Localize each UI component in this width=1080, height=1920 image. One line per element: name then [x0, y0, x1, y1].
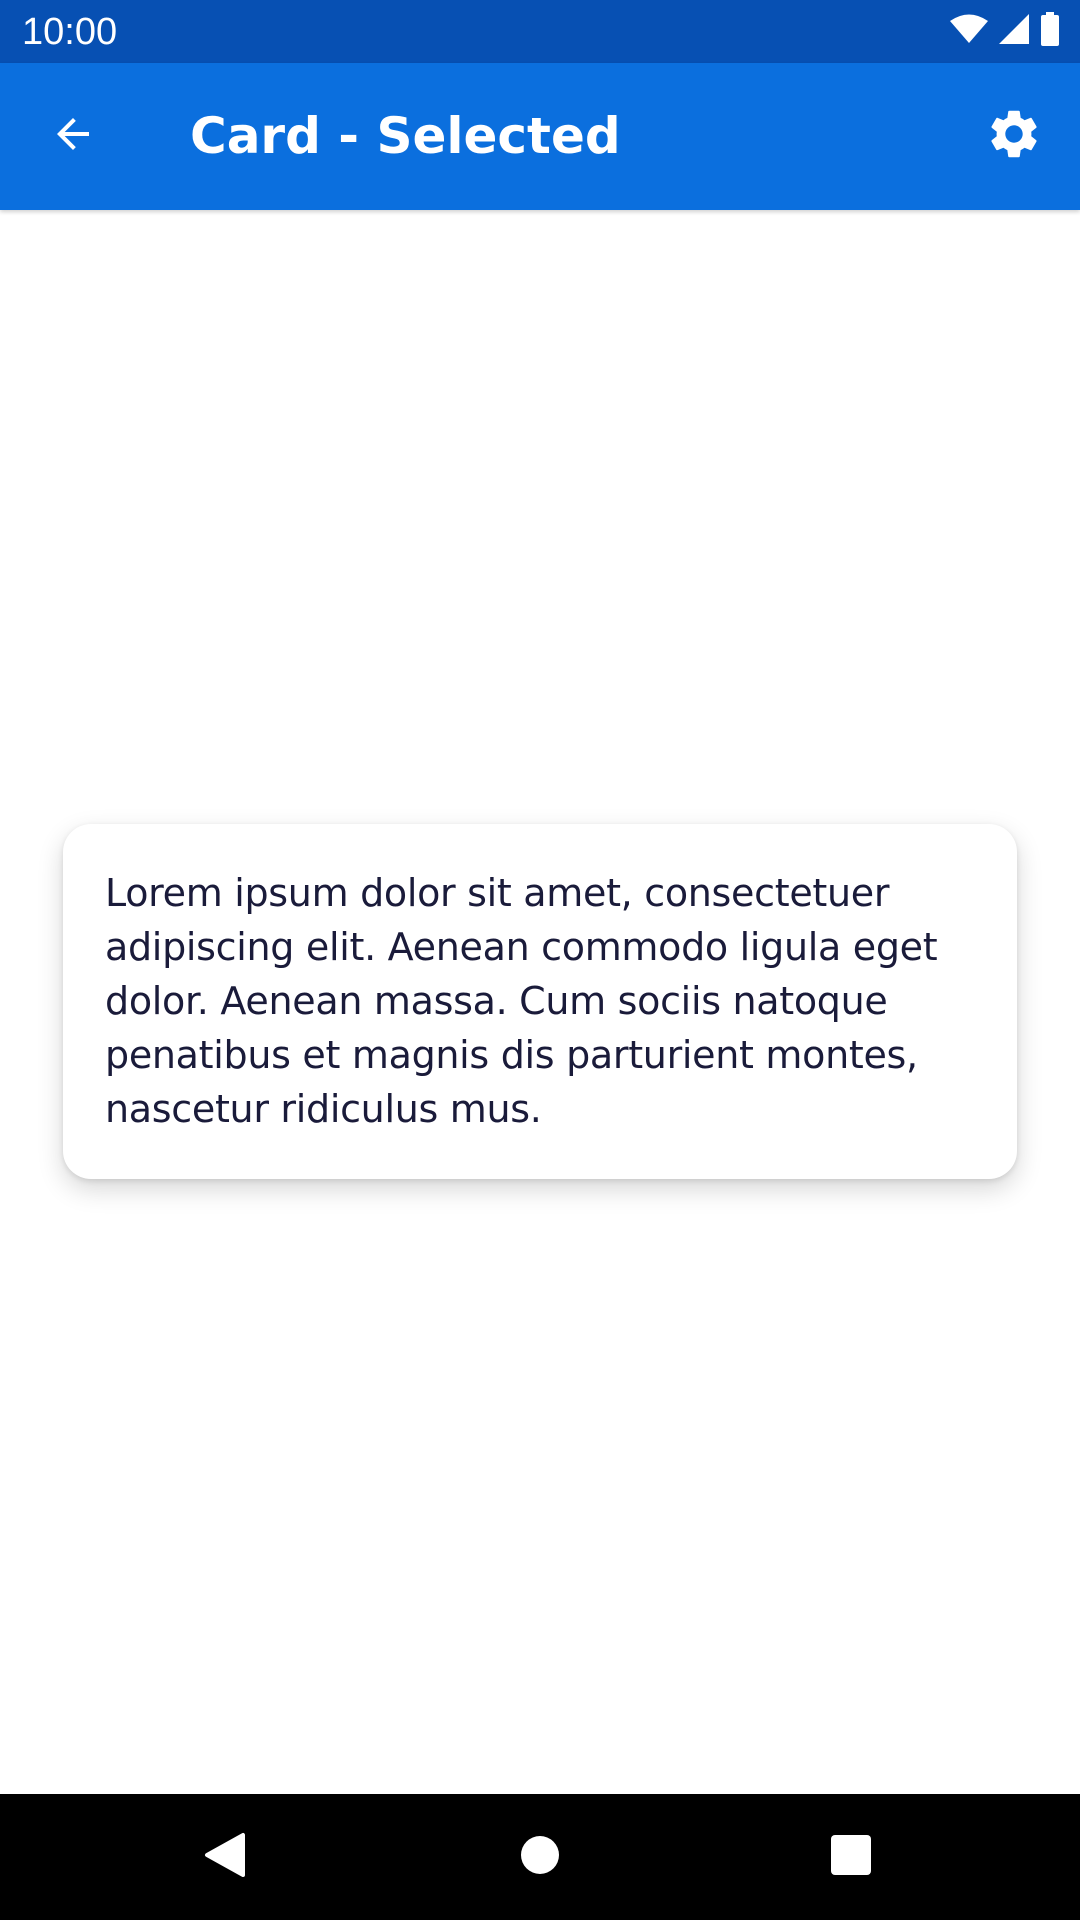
settings-button[interactable] — [982, 104, 1046, 168]
app-bar: Card - Selected — [0, 63, 1080, 210]
nav-back-button[interactable] — [180, 1812, 270, 1902]
wifi-icon — [950, 14, 988, 48]
gear-icon — [985, 105, 1043, 167]
status-icons — [950, 12, 1060, 50]
nav-home-button[interactable] — [495, 1812, 585, 1902]
selected-card[interactable]: Lorem ipsum dolor sit amet, consectetuer… — [63, 824, 1017, 1179]
status-bar: 10:00 — [0, 0, 1080, 63]
back-triangle-icon — [203, 1831, 247, 1883]
recents-square-icon — [830, 1834, 872, 1880]
arrow-back-icon — [49, 110, 97, 162]
system-nav-bar — [0, 1794, 1080, 1920]
home-circle-icon — [519, 1834, 561, 1880]
back-button[interactable] — [42, 105, 104, 167]
battery-icon — [1040, 12, 1060, 50]
status-time: 10:00 — [22, 11, 118, 53]
cellular-signal-icon — [998, 13, 1030, 49]
nav-recents-button[interactable] — [806, 1812, 896, 1902]
page-title: Card - Selected — [190, 107, 621, 165]
card-text: Lorem ipsum dolor sit amet, consectetuer… — [105, 871, 938, 1131]
